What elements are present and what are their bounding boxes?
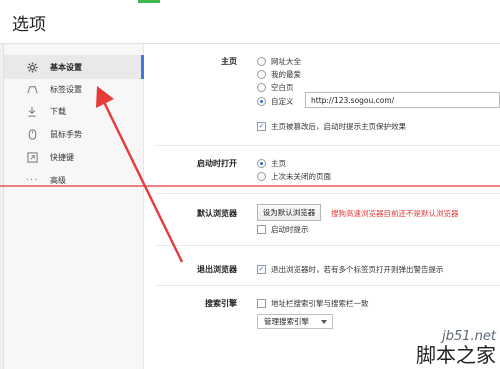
homepage-protect-option[interactable]: ✓ 主页被篡改后，启动时提示主页保护效果 xyxy=(257,121,406,132)
startup-option-last-session[interactable]: 上次未关闭的页面 xyxy=(257,171,331,182)
option-label: 主页被篡改后，启动时提示主页保护效果 xyxy=(271,122,406,131)
homepage-option-favorites[interactable]: 我的最爱 xyxy=(257,69,301,80)
manage-search-engine-dropdown[interactable]: 管理搜索引擎 xyxy=(257,314,333,329)
radio-button-selected[interactable] xyxy=(257,159,266,168)
default-browser-startup-prompt[interactable]: 启动时提示 xyxy=(257,224,309,235)
window-title: 选项 xyxy=(12,15,46,35)
option-label: 网址大全 xyxy=(271,57,301,66)
watermark-name: 脚本之家 xyxy=(416,343,496,367)
option-label: 主页 xyxy=(271,159,286,168)
option-label: 地址栏搜索引擎与搜索栏一致 xyxy=(271,299,369,308)
watermark-url: jb51.net xyxy=(442,329,496,344)
sidebar-item-label: 下载 xyxy=(50,106,66,116)
checkbox[interactable] xyxy=(257,299,266,308)
option-label: 自定义 xyxy=(271,97,294,106)
tab-icon xyxy=(26,83,38,95)
tab-accent-indicator xyxy=(138,0,160,3)
chevron-down-icon xyxy=(321,320,327,324)
sidebar-item-label: 鼠标手势 xyxy=(50,129,82,139)
settings-content: 主页 网址大全 我的最爱 空白页 自定义 ✓ 主页被篡改后，启动时提示主页保护效… xyxy=(145,44,500,369)
sidebar-item-shortcuts[interactable]: 快捷键 xyxy=(4,145,144,169)
sidebar-item-label: 标签设置 xyxy=(50,84,82,94)
exit-browser-warn-option[interactable]: ✓ 退出浏览器时，若有多个标签页打开则弹出警告提示 xyxy=(257,264,444,275)
default-browser-section-label: 默认浏览器 xyxy=(197,209,237,218)
homepage-option-blank[interactable]: 空白页 xyxy=(257,82,294,93)
radio-button-selected[interactable] xyxy=(257,97,266,106)
radio-button[interactable] xyxy=(257,70,266,79)
radio-button[interactable] xyxy=(257,57,266,66)
sidebar-item-tab-settings[interactable]: 标签设置 xyxy=(4,77,144,101)
checkbox-checked[interactable]: ✓ xyxy=(257,122,266,131)
search-engine-section-label: 搜索引擎 xyxy=(205,299,237,308)
startup-option-homepage[interactable]: 主页 xyxy=(257,158,286,169)
radio-button[interactable] xyxy=(257,83,266,92)
checkbox-checked[interactable]: ✓ xyxy=(257,265,266,274)
sidebar-item-label: 高级 xyxy=(50,175,66,185)
homepage-section-label: 主页 xyxy=(221,57,237,66)
option-label: 启动时提示 xyxy=(271,225,309,234)
dropdown-label: 管理搜索引擎 xyxy=(264,317,309,326)
section-divider xyxy=(155,285,500,286)
homepage-option-url-directory[interactable]: 网址大全 xyxy=(257,56,301,67)
shortcut-icon xyxy=(26,151,38,163)
homepage-option-custom[interactable]: 自定义 xyxy=(257,96,294,107)
option-label: 我的最爱 xyxy=(271,70,301,79)
option-label: 退出浏览器时，若有多个标签页打开则弹出警告提示 xyxy=(271,265,444,274)
default-browser-warning: 搜狗高速浏览器目前还不是默认浏览器 xyxy=(331,209,459,218)
download-icon xyxy=(26,105,38,117)
search-engine-sync-option[interactable]: 地址栏搜索引擎与搜索栏一致 xyxy=(257,298,369,309)
section-divider xyxy=(155,245,500,246)
exit-browser-section-label: 退出浏览器 xyxy=(197,265,237,274)
sidebar-item-label: 基本设置 xyxy=(50,62,82,72)
sidebar-item-basic-settings[interactable]: 基本设置 xyxy=(4,55,144,79)
sidebar-item-download[interactable]: 下载 xyxy=(4,99,144,123)
homepage-url-field[interactable] xyxy=(305,92,500,108)
more-icon: ··· xyxy=(25,174,39,186)
mouse-icon xyxy=(26,128,38,140)
section-divider xyxy=(155,145,500,146)
option-label: 上次未关闭的页面 xyxy=(271,172,331,181)
gear-icon xyxy=(26,61,38,73)
set-default-browser-button[interactable]: 设为默认浏览器 xyxy=(257,204,321,221)
site-watermark: jb51.net 脚本之家 xyxy=(416,330,496,365)
option-label: 空白页 xyxy=(271,83,294,92)
title-bar: 选项 xyxy=(0,0,500,44)
sidebar-item-label: 快捷键 xyxy=(50,152,74,162)
checkbox[interactable] xyxy=(257,225,266,234)
sidebar-item-mouse-gestures[interactable]: 鼠标手势 xyxy=(4,122,144,146)
radio-button[interactable] xyxy=(257,172,266,181)
startup-section-label: 启动时打开 xyxy=(197,159,237,168)
section-divider xyxy=(155,193,500,194)
settings-sidebar: 基本设置 标签设置 下载 鼠标手势 快捷键 ··· 高级 xyxy=(4,44,144,369)
sidebar-item-advanced[interactable]: ··· 高级 xyxy=(4,168,144,192)
